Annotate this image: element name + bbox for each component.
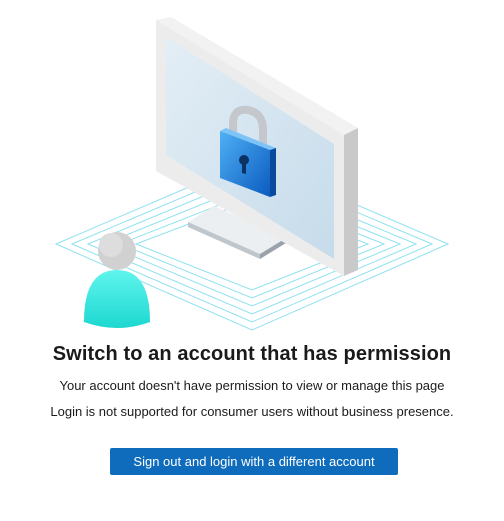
page-title: Switch to an account that has permission (52, 343, 452, 365)
sign-out-button[interactable]: Sign out and login with a different acco… (110, 448, 398, 475)
permission-message: Your account doesn't have permission to … (59, 378, 445, 393)
permission-page: Switch to an account that has permission… (0, 0, 504, 521)
login-not-supported-message: Login is not supported for consumer user… (50, 404, 454, 419)
locked-monitor-illustration (54, 17, 450, 331)
